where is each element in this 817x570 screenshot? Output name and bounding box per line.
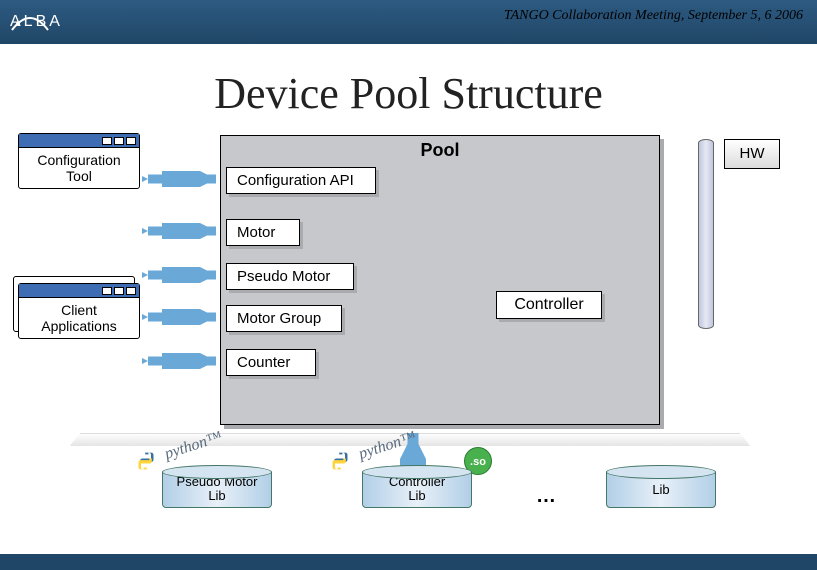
config-tool-label: Configuration Tool [19, 148, 139, 188]
pipe-shape [698, 139, 714, 329]
controller-box: Controller [496, 291, 602, 319]
max-icon [114, 137, 124, 145]
python-icon [330, 451, 350, 471]
pool-title: Pool [221, 136, 659, 161]
motor-box: Motor [226, 219, 300, 246]
arrow-motor [142, 223, 224, 239]
footer-bar [0, 554, 817, 570]
hw-box: HW [724, 139, 780, 169]
arrow-config [142, 171, 224, 187]
max-icon [114, 287, 124, 295]
titlebar [19, 134, 139, 148]
generic-lib: Lib [606, 465, 716, 508]
arrow-counter [142, 353, 224, 369]
pseudo-motor-lib: Pseudo Motor Lib [162, 465, 272, 508]
pseudo-motor-box: Pseudo Motor [226, 263, 354, 290]
arrow-pseudo [142, 267, 224, 283]
titlebar [19, 284, 139, 298]
alba-logo: ALBA [10, 13, 63, 31]
client-apps-label: Client Applications [19, 298, 139, 338]
close-icon [126, 137, 136, 145]
client-apps-window: Client Applications [18, 283, 140, 339]
meeting-title: TANGO Collaboration Meeting, September 5… [504, 8, 803, 24]
close-icon [126, 287, 136, 295]
arrow-group [142, 309, 224, 325]
counter-box: Counter [226, 349, 316, 376]
python-icon [136, 451, 156, 471]
header: ALBA TANGO Collaboration Meeting, Septem… [0, 0, 817, 44]
ellipsis: … [536, 485, 556, 508]
alba-arc-icon [10, 10, 50, 34]
config-tool-window: Configuration Tool [18, 133, 140, 189]
min-icon [102, 287, 112, 295]
page-title: Device Pool Structure [0, 68, 817, 119]
diagram: Pool Configuration API Motor Pseudo Moto… [0, 131, 817, 551]
min-icon [102, 137, 112, 145]
config-api-box: Configuration API [226, 167, 376, 194]
controller-lib: Controller Lib [362, 465, 472, 508]
motor-group-box: Motor Group [226, 305, 342, 332]
